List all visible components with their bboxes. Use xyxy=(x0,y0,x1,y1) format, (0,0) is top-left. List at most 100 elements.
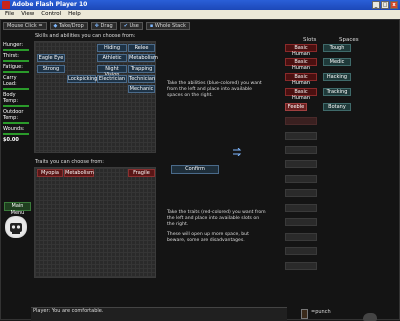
skill-night-vision[interactable]: Night Vision xyxy=(97,65,127,78)
slots-heading: Slots xyxy=(303,37,317,43)
menu-help[interactable]: Help xyxy=(68,10,81,19)
mouse-toolbar: Mouse Click = ◆ Take/Drop ✥ Drag ✔ Use ▪… xyxy=(3,21,190,30)
trait-fragile[interactable]: Fragile xyxy=(128,169,155,177)
use-label: Use xyxy=(129,22,139,29)
skill-hiding[interactable]: Hiding xyxy=(97,44,127,52)
traits-grid xyxy=(35,168,155,277)
traits-title: Traits you can choose from: xyxy=(35,159,104,165)
window-titlebar: Adobe Flash Player 10 _ □ x xyxy=(0,0,400,10)
take-drop-label: Take/Drop xyxy=(58,22,84,29)
empty-slot[interactable] xyxy=(285,189,317,197)
confirm-button[interactable]: Confirm xyxy=(171,165,219,174)
window-controls: _ □ x xyxy=(372,1,398,9)
empty-slot[interactable] xyxy=(285,233,317,241)
stat-body-temp: Body Temp: xyxy=(3,92,29,107)
menu-file[interactable]: File xyxy=(5,10,14,19)
skill-strong[interactable]: Strong xyxy=(37,65,65,73)
empty-slot[interactable] xyxy=(285,262,317,270)
main-menu-button[interactable]: Main Menu xyxy=(4,202,31,216)
stat-label: Outdoor Temp: xyxy=(3,109,24,121)
stat-fatigue: Fatigue: xyxy=(3,64,29,73)
robot-skull-icon xyxy=(6,217,26,237)
whole-stack-label: Whole Stack xyxy=(154,22,186,29)
stat-hunger: Hunger: xyxy=(3,42,29,51)
skill-lockpicking[interactable]: Lockpicking xyxy=(67,75,97,83)
stat-label: Hunger: xyxy=(3,42,23,48)
action-label: =punch xyxy=(311,309,331,315)
skill-eagle-eye[interactable]: Eagle Eye xyxy=(37,54,65,62)
space-hacking[interactable]: Hacking xyxy=(323,73,351,81)
stat-bar xyxy=(3,88,29,90)
empty-slot[interactable] xyxy=(285,218,317,226)
empty-slot[interactable] xyxy=(285,132,317,140)
game-area: Mouse Click = ◆ Take/Drop ✥ Drag ✔ Use ▪… xyxy=(0,19,400,321)
slot-basic-human-3[interactable]: Basic Human xyxy=(285,73,317,86)
trait-metabolism[interactable]: Metabolism xyxy=(64,169,94,177)
stat-bar xyxy=(3,122,29,124)
skill-trapping[interactable]: Trapping xyxy=(128,65,155,73)
skill-technician[interactable]: Technician xyxy=(128,75,155,83)
empty-slot[interactable] xyxy=(285,160,317,168)
skill-metabolism[interactable]: Metabolism xyxy=(128,54,158,62)
empty-slot[interactable] xyxy=(285,117,317,125)
drag-label: Drag xyxy=(100,22,113,29)
stat-label: Wounds: xyxy=(3,126,25,132)
empty-slot[interactable] xyxy=(285,204,317,212)
slot-basic-human-2[interactable]: Basic Human xyxy=(285,58,317,71)
status-bar: Player: You are comfortable. xyxy=(31,307,287,321)
swap-icon xyxy=(233,141,243,157)
trait-myopia[interactable]: Myopia xyxy=(37,169,63,177)
traits-panel xyxy=(34,167,156,278)
stat-label: Body Temp: xyxy=(3,92,19,104)
space-botany[interactable]: Botany xyxy=(323,103,351,111)
skill-electrician[interactable]: Electrician xyxy=(97,75,127,83)
stat-bar xyxy=(3,60,29,62)
skill-mechanic[interactable]: Mechanic xyxy=(128,85,155,93)
spaces-heading: Spaces xyxy=(339,37,359,43)
skills-title: Skills and abilities you can choose from… xyxy=(35,33,136,39)
stat-bar xyxy=(3,71,29,73)
abilities-instructions: Take the abilities (blue-colored) you wa… xyxy=(167,81,262,98)
window-title: Adobe Flash Player 10 xyxy=(12,1,88,8)
menubar: File View Control Help xyxy=(0,10,400,19)
game-logo xyxy=(5,216,27,238)
take-drop-button[interactable]: ◆ Take/Drop xyxy=(49,21,88,30)
mouse-click-label: Mouse Click = xyxy=(3,21,47,30)
minimize-button[interactable]: _ xyxy=(372,1,380,9)
use-button[interactable]: ✔ Use xyxy=(119,21,143,30)
stat-bar xyxy=(3,133,29,135)
space-tough[interactable]: Tough xyxy=(323,44,351,52)
menu-view[interactable]: View xyxy=(21,10,34,19)
stat-bar xyxy=(3,49,29,51)
drag-button[interactable]: ✥ Drag xyxy=(90,21,117,30)
menu-control[interactable]: Control xyxy=(41,10,61,19)
traits-instructions: Take the traits (red-colored) you want f… xyxy=(167,210,266,227)
empty-slot[interactable] xyxy=(285,175,317,183)
traits-warning: These will open up more space, but bewar… xyxy=(167,232,249,243)
stat-bar xyxy=(3,105,29,107)
empty-slot[interactable] xyxy=(285,247,317,255)
stat-label: Thirst: xyxy=(3,53,19,59)
status-message: Player: You are comfortable. xyxy=(33,308,104,314)
stat-label: Carry Load: xyxy=(3,75,17,87)
skill-athletic[interactable]: Athletic xyxy=(97,54,127,62)
stat-carry-load: Carry Load: xyxy=(3,75,29,90)
slot-feeble[interactable]: Feeble xyxy=(285,103,307,111)
stats-sidebar: Hunger: Thirst: Fatigue: Carry Load: Bod… xyxy=(3,42,29,143)
flash-app-icon xyxy=(2,1,10,9)
stat-outdoor-temp: Outdoor Temp: xyxy=(3,109,29,124)
whole-stack-toggle[interactable]: ▪ Whole Stack xyxy=(145,21,190,30)
close-button[interactable]: x xyxy=(390,1,398,9)
maximize-button[interactable]: □ xyxy=(381,1,389,9)
slot-basic-human-1[interactable]: Basic Human xyxy=(285,44,317,57)
money-display: $0.00 xyxy=(3,137,19,143)
empty-slot[interactable] xyxy=(285,146,317,154)
space-medic[interactable]: Medic xyxy=(323,58,351,66)
player-portrait xyxy=(301,309,308,319)
slot-basic-human-4[interactable]: Basic Human xyxy=(285,88,317,101)
stat-thirst: Thirst: xyxy=(3,53,29,62)
stat-label: Fatigue: xyxy=(3,64,23,70)
stat-wounds: Wounds: xyxy=(3,126,29,135)
skill-relee[interactable]: Relee xyxy=(128,44,155,52)
space-tracking[interactable]: Tracking xyxy=(323,88,351,96)
